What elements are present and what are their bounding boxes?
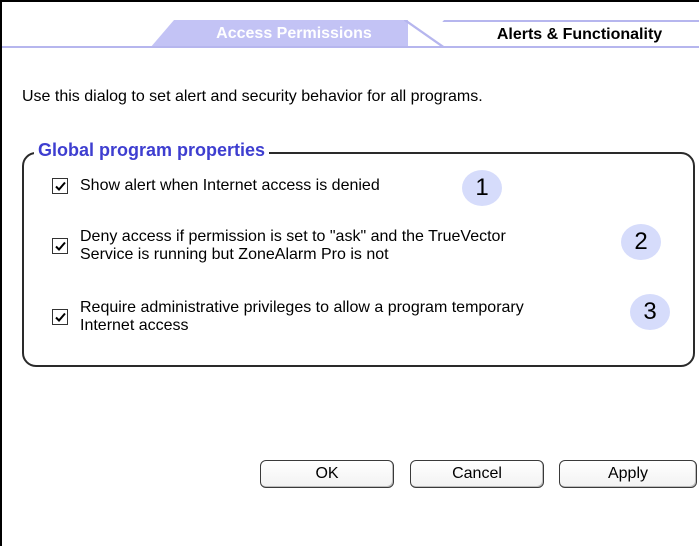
require-admin-label-line2: Internet access — [80, 317, 189, 334]
require-admin-label-line1: Require administrative privileges to all… — [80, 299, 524, 316]
tab-underline — [2, 46, 699, 48]
callout-badge-1: 1 — [462, 170, 502, 206]
apply-button[interactable]: Apply — [559, 460, 697, 488]
tab-access-permissions[interactable]: Access Permissions — [150, 20, 408, 48]
window-frame-left — [0, 0, 2, 546]
show-alert-checkbox[interactable] — [52, 178, 68, 194]
cancel-button-label: Cancel — [452, 465, 502, 482]
deny-access-checkbox[interactable] — [52, 238, 68, 254]
ok-button-label: OK — [315, 465, 339, 482]
group-title: Global program properties — [34, 140, 270, 161]
intro-text: Use this dialog to set alert and securit… — [22, 88, 483, 105]
checkmark-icon — [55, 181, 66, 191]
cancel-button[interactable]: Cancel — [410, 460, 544, 488]
tab-divider — [404, 20, 444, 48]
callout-badge-2: 2 — [621, 224, 661, 260]
deny-access-label-line2: Service is running but ZoneAlarm Pro is … — [80, 246, 389, 263]
tab-alerts-functionality-label: Alerts & Functionality — [496, 26, 663, 43]
apply-button-label: Apply — [607, 465, 649, 482]
checkmark-icon — [55, 312, 66, 322]
option-deny-access[interactable]: Deny access if permission is set to "ask… — [52, 228, 506, 264]
option-show-alert[interactable]: Show alert when Internet access is denie… — [52, 177, 380, 195]
show-alert-label: Show alert when Internet access is denie… — [80, 177, 380, 194]
require-admin-label: Require administrative privileges to all… — [80, 299, 524, 335]
tab-access-permissions-label: Access Permissions — [216, 25, 372, 42]
checkmark-icon — [55, 241, 66, 251]
require-admin-checkbox[interactable] — [52, 309, 68, 325]
option-require-admin[interactable]: Require administrative privileges to all… — [52, 299, 524, 335]
callout-badge-3: 3 — [630, 294, 670, 330]
tab-alerts-functionality[interactable]: Alerts & Functionality — [420, 20, 699, 48]
ok-button[interactable]: OK — [260, 460, 394, 488]
deny-access-label-line1: Deny access if permission is set to "ask… — [80, 228, 506, 245]
deny-access-label: Deny access if permission is set to "ask… — [80, 228, 506, 264]
